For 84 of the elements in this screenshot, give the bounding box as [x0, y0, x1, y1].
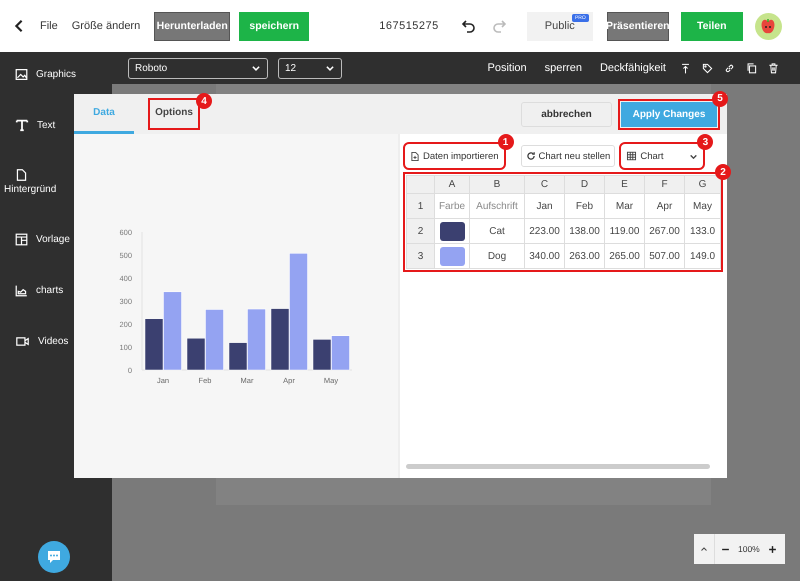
align-top-icon: [680, 62, 691, 74]
column-header[interactable]: D: [564, 176, 604, 194]
undo-icon: [460, 18, 477, 34]
column-header[interactable]: F: [644, 176, 684, 194]
table-cell[interactable]: 223.00: [524, 218, 564, 244]
table-cell[interactable]: 267.00: [644, 218, 684, 244]
bar: [312, 339, 332, 370]
copy-icon: [746, 62, 757, 74]
toolbar-action[interactable]: sperren: [544, 62, 582, 74]
rebuild-button[interactable]: Chart neu stellen: [520, 145, 616, 167]
row-header[interactable]: 2: [406, 218, 434, 244]
corner-cell: [406, 176, 434, 194]
table-cell[interactable]: Dog: [470, 244, 524, 268]
sidebar-item[interactable]: Vorlage: [36, 234, 70, 244]
import-button[interactable]: Daten importieren: [406, 145, 503, 167]
chart-icon: [15, 284, 28, 296]
table-cell[interactable]: Feb: [564, 194, 604, 218]
color-cell[interactable]: [434, 244, 470, 268]
annotation-badge: 4: [196, 93, 212, 109]
toolbar-action[interactable]: Deckfähigkeit: [600, 62, 666, 74]
table-cell[interactable]: 265.00: [604, 244, 644, 268]
chart-type-select[interactable]: Chart: [622, 145, 702, 167]
column-header[interactable]: C: [524, 176, 564, 194]
annotation-badge: 2: [715, 164, 731, 180]
menu-item[interactable]: File: [40, 20, 58, 32]
toolbar-action[interactable]: Position: [488, 62, 527, 74]
document-id: 167515275: [379, 20, 439, 32]
trash-icon: [768, 62, 779, 74]
size-select[interactable]: 12: [278, 58, 342, 78]
video-camera-icon: [15, 334, 30, 348]
bar: [331, 335, 350, 370]
apple-icon: [760, 18, 776, 34]
refresh-icon: [526, 151, 536, 161]
table-cell[interactable]: Mar: [604, 194, 644, 218]
table-cell[interactable]: 138.00: [564, 218, 604, 244]
document-icon: [15, 168, 28, 182]
table-cell[interactable]: 340.00: [524, 244, 564, 268]
plus-icon: [768, 544, 778, 554]
caret-up-icon: [700, 545, 708, 553]
annotation-badge: 1: [498, 134, 514, 150]
table-cell[interactable]: Farbe: [434, 194, 470, 218]
sidebar-item[interactable]: charts: [36, 284, 64, 296]
zoom-level: 100%: [738, 544, 760, 554]
sidebar-item[interactable]: Hintergründ: [4, 184, 56, 195]
table-cell[interactable]: Apr: [644, 194, 684, 218]
column-header[interactable]: E: [604, 176, 644, 194]
chat-bubble-icon: [45, 549, 63, 565]
table-cell[interactable]: Aufschrift: [470, 194, 524, 218]
column-header[interactable]: B: [470, 176, 524, 194]
sidebar-item[interactable]: Graphics: [36, 68, 76, 80]
tag-icon: [702, 62, 713, 74]
column-header[interactable]: A: [434, 176, 470, 194]
secondary-button[interactable]: Präsentieren: [606, 12, 669, 40]
row-header[interactable]: 3: [406, 244, 434, 268]
annotation-badge: 3: [697, 134, 714, 150]
sidebar-item[interactable]: Text: [37, 120, 56, 130]
file-plus-icon: [410, 150, 420, 162]
letter-t-icon: [15, 118, 29, 132]
table-cell[interactable]: 149.0: [684, 244, 720, 268]
avatar[interactable]: [754, 12, 782, 40]
cancel-button[interactable]: abbrechen: [521, 102, 612, 126]
menu-item[interactable]: Größe ändern: [72, 20, 140, 32]
annotation-badge: 5: [712, 90, 728, 106]
row-header[interactable]: 1: [406, 194, 434, 218]
table-cell[interactable]: Jan: [524, 194, 564, 218]
color-swatch[interactable]: [440, 246, 464, 266]
secondary-button[interactable]: Herunterladen: [154, 12, 230, 40]
table-icon: [626, 151, 638, 161]
layout-icon: [15, 232, 28, 246]
font-select[interactable]: Roboto: [128, 58, 268, 78]
image-icon: [15, 68, 28, 80]
table-cell[interactable]: 263.00: [564, 244, 604, 268]
table-cell[interactable]: 119.00: [604, 218, 644, 244]
color-cell[interactable]: [434, 218, 470, 244]
color-swatch[interactable]: [440, 222, 464, 240]
table-cell[interactable]: Cat: [470, 218, 524, 244]
scrollbar[interactable]: [406, 464, 710, 469]
sidebar-item[interactable]: Videos: [38, 336, 68, 346]
table-cell[interactable]: 507.00: [644, 244, 684, 268]
table-cell[interactable]: 133.0: [684, 218, 720, 244]
redo-icon: [490, 18, 507, 34]
column-header[interactable]: G: [684, 176, 720, 194]
table-cell[interactable]: May: [684, 194, 720, 218]
link-icon: [724, 62, 735, 74]
